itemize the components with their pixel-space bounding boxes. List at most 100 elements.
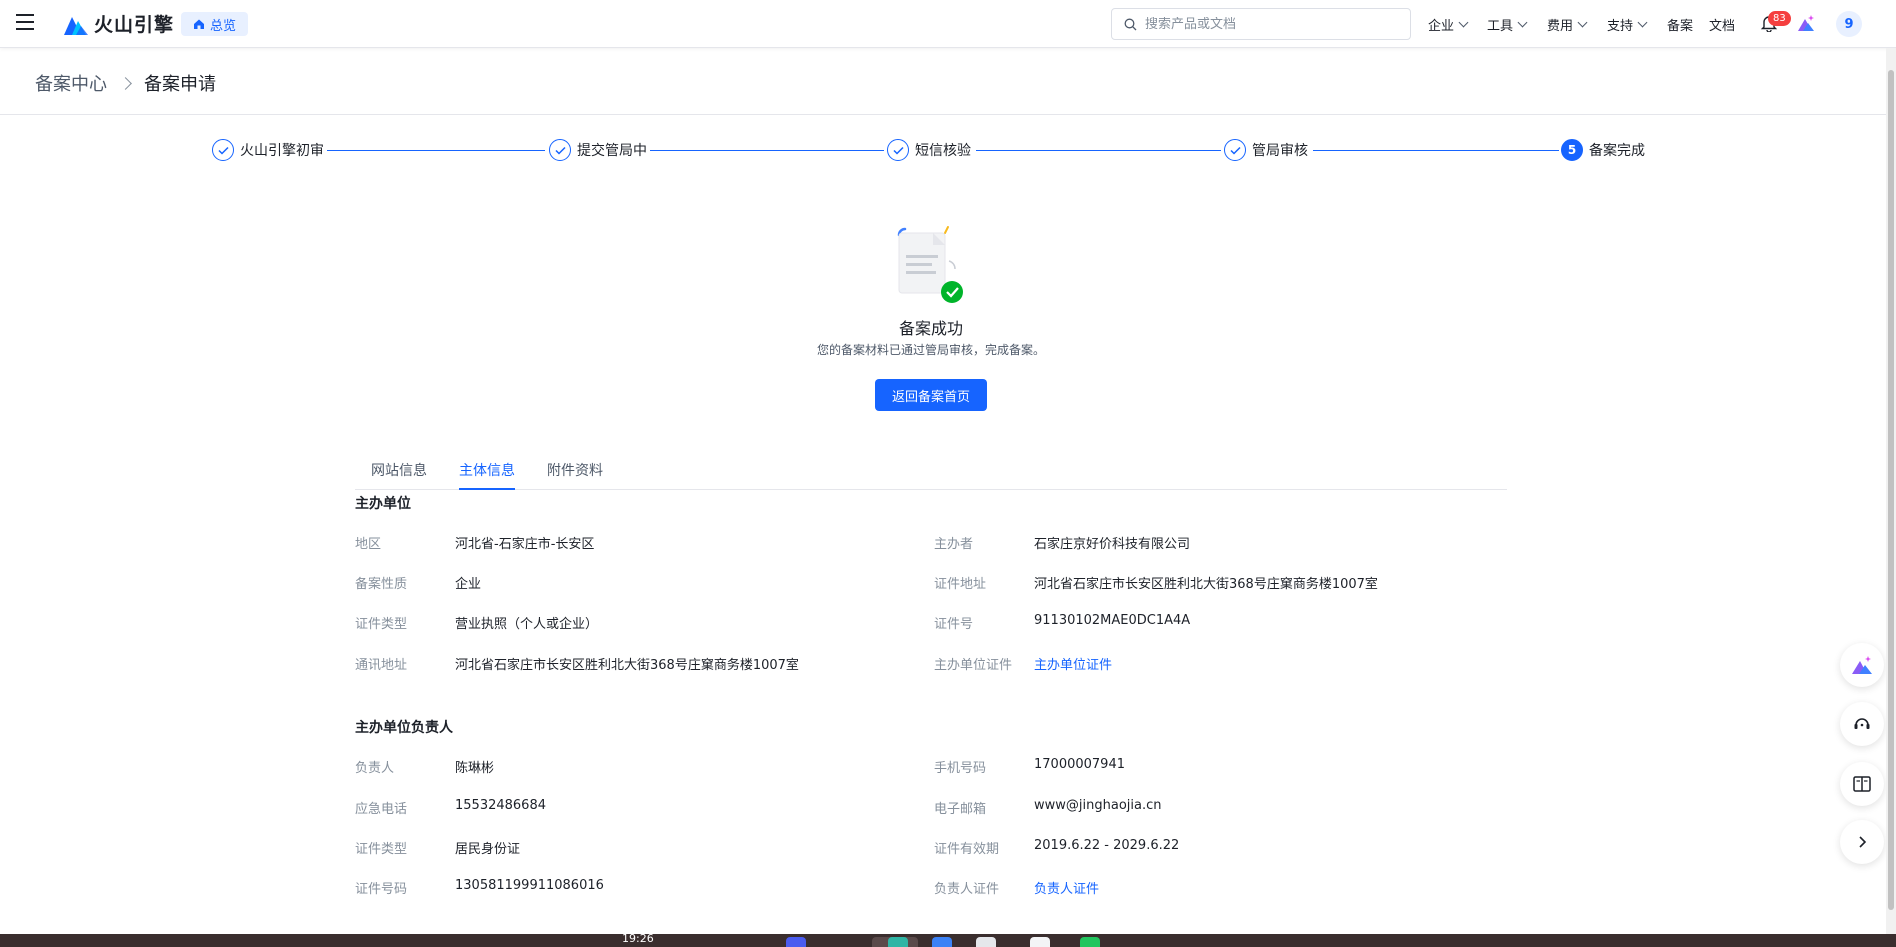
field-label: 主办者 <box>934 537 974 552</box>
chevron-down-icon <box>1517 17 1528 28</box>
app-icon[interactable] <box>1080 937 1100 947</box>
field-label: 证件有效期 <box>934 842 1000 857</box>
nav-billing[interactable]: 费用 <box>1547 15 1588 34</box>
field-value: 15532486684 <box>455 798 546 813</box>
notification-badge: 83 <box>1768 11 1791 26</box>
field-label: 主办单位证件 <box>934 658 1013 673</box>
check-icon <box>887 139 909 161</box>
ai-assistant-icon[interactable] <box>1797 14 1815 32</box>
tab-website-info[interactable]: 网站信息 <box>371 460 427 490</box>
principal-certificate-link[interactable]: 负责人证件 <box>1034 878 1099 897</box>
divider <box>0 114 1886 115</box>
os-taskbar: 19:26 <box>0 934 1896 947</box>
field-label: 通讯地址 <box>355 658 408 673</box>
field-label: 证件地址 <box>934 577 987 592</box>
taskbar-clock: 19:26 <box>622 934 654 945</box>
search-icon <box>1124 18 1137 30</box>
step-label: 提交管局中 <box>577 143 647 159</box>
chevron-right-icon <box>1859 836 1867 848</box>
field-value: 河北省石家庄市长安区胜利北大街368号庄窠商务楼1007室 <box>1034 577 1378 592</box>
ai-assistant-icon <box>1852 656 1872 674</box>
step-4: 管局审核 <box>1224 139 1308 161</box>
breadcrumb-parent[interactable]: 备案中心 <box>35 70 107 96</box>
overview-label: 总览 <box>210 18 237 34</box>
search-box[interactable] <box>1111 8 1411 40</box>
result-description: 您的备案材料已通过管局审核，完成备案。 <box>816 343 1045 357</box>
tab-entity-info[interactable]: 主体信息 <box>459 460 515 490</box>
field-value: 2019.6.22 - 2029.6.22 <box>1034 838 1180 853</box>
step-label: 短信核验 <box>915 143 971 159</box>
app-icon[interactable] <box>932 937 952 947</box>
chevron-down-icon <box>1637 17 1648 28</box>
step-1: 火山引擎初审 <box>212 139 324 161</box>
field-value: 石家庄京好价科技有限公司 <box>1034 537 1191 552</box>
nav-docs[interactable]: 文档 <box>1709 15 1735 34</box>
step-connector <box>976 150 1221 151</box>
check-icon <box>1224 139 1246 161</box>
step-number: 5 <box>1561 139 1583 161</box>
nav-enterprise[interactable]: 企业 <box>1428 15 1469 34</box>
avatar[interactable]: 9 <box>1836 11 1862 37</box>
chevron-down-icon <box>1577 17 1588 28</box>
field-label: 证件号码 <box>355 882 408 897</box>
search-input[interactable] <box>1145 16 1385 32</box>
field-label: 证件号 <box>934 617 974 632</box>
step-connector <box>1313 150 1559 151</box>
field-value: 营业执照（个人或企业） <box>455 617 599 632</box>
step-5: 5 备案完成 <box>1561 139 1645 161</box>
nav-beian[interactable]: 备案 <box>1667 15 1693 34</box>
step-3: 短信核验 <box>887 139 971 161</box>
field-value: 91130102MAE0DC1A4A <box>1034 613 1191 628</box>
field-value: 企业 <box>455 577 482 592</box>
app-icon[interactable] <box>1030 937 1050 947</box>
ai-float-button[interactable] <box>1840 643 1884 687</box>
field-value: 17000007941 <box>1034 757 1125 772</box>
nav-tools-label: 工具 <box>1487 19 1514 34</box>
nav-enterprise-label: 企业 <box>1428 19 1455 34</box>
field-value: 河北省石家庄市长安区胜利北大街368号庄窠商务楼1007室 <box>455 658 799 673</box>
back-to-home-button[interactable]: 返回备案首页 <box>875 379 987 411</box>
home-icon <box>194 19 204 29</box>
nav-support[interactable]: 支持 <box>1607 15 1648 34</box>
chevron-down-icon <box>1458 17 1469 28</box>
field-label: 证件类型 <box>355 842 408 857</box>
breadcrumb: 备案中心 备案申请 <box>35 70 216 96</box>
app-icon[interactable] <box>888 937 908 947</box>
field-value: 130581199911086016 <box>455 878 604 893</box>
info-tabs: 网站信息 主体信息 附件资料 <box>355 460 1507 490</box>
check-icon <box>549 139 571 161</box>
section-title-principal: 主办单位负责人 <box>355 720 453 736</box>
step-connector <box>327 150 545 151</box>
field-label: 应急电话 <box>355 802 408 817</box>
scrollbar-thumb[interactable] <box>1888 70 1894 910</box>
field-label: 地区 <box>355 537 382 552</box>
menu-icon[interactable] <box>16 14 34 30</box>
top-navigation-bar: 火山引擎 总览 企业 工具 费用 支持 备案 文档 83 9 <box>0 0 1896 48</box>
support-float-button[interactable] <box>1840 702 1884 746</box>
logo[interactable]: 火山引擎 <box>64 10 174 37</box>
step-2: 提交管局中 <box>549 139 647 161</box>
volcano-logo-icon <box>64 16 88 35</box>
sponsor-certificate-link[interactable]: 主办单位证件 <box>1034 654 1112 673</box>
field-value: 陈琳彬 <box>455 761 495 776</box>
field-label: 证件类型 <box>355 617 408 632</box>
tab-attachments[interactable]: 附件资料 <box>547 460 603 490</box>
field-value: 河北省-石家庄市-长安区 <box>455 537 595 552</box>
field-value: www@jinghaojia.cn <box>1034 798 1162 813</box>
nav-tools[interactable]: 工具 <box>1487 15 1528 34</box>
logo-text: 火山引擎 <box>94 14 175 36</box>
document-success-icon <box>897 226 963 303</box>
overview-button[interactable]: 总览 <box>181 12 249 36</box>
check-icon <box>212 139 234 161</box>
nav-beian-label: 备案 <box>1667 19 1694 34</box>
app-icon[interactable] <box>976 937 996 947</box>
field-label: 负责人证件 <box>934 882 1000 897</box>
step-label: 管局审核 <box>1252 143 1308 159</box>
app-icon[interactable] <box>786 937 806 947</box>
nav-support-label: 支持 <box>1607 19 1634 34</box>
breadcrumb-current: 备案申请 <box>144 74 216 95</box>
expand-float-button[interactable] <box>1840 820 1884 864</box>
docs-float-button[interactable] <box>1840 762 1884 806</box>
headset-icon <box>1854 718 1870 729</box>
step-label: 备案完成 <box>1589 143 1645 159</box>
